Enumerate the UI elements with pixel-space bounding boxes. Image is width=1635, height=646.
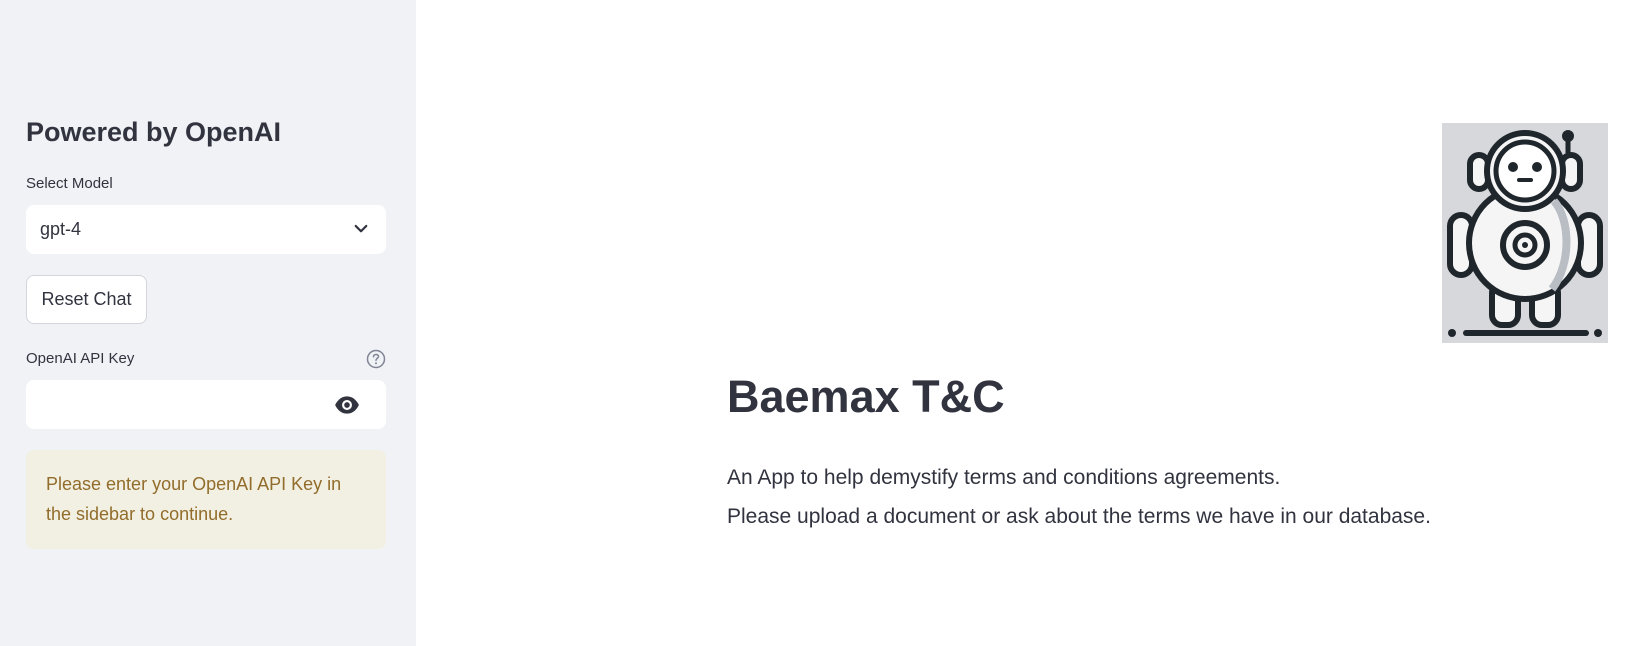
eye-icon[interactable] [334,392,360,418]
model-select-value: gpt-4 [40,219,82,239]
api-key-input[interactable] [26,380,326,429]
api-key-label: OpenAI API Key [26,350,135,367]
robot-logo [1442,123,1608,343]
model-select[interactable]: gpt-4 [26,205,386,254]
description-line-1: An App to help demystify terms and condi… [727,466,1281,489]
robot-icon [1442,123,1608,343]
page-title: Baemax T&C [727,371,1005,422]
chevron-down-icon [354,224,368,233]
sidebar: Powered by OpenAI Select Model gpt-4 Res… [0,0,416,646]
reset-chat-button[interactable]: Reset Chat [26,275,147,324]
api-key-warning: Please enter your OpenAI API Key in the … [26,450,386,549]
sidebar-heading: Powered by OpenAI [26,117,282,147]
app-root: Powered by OpenAI Select Model gpt-4 Res… [0,0,1635,646]
description-line-2: Please upload a document or ask about th… [727,505,1431,528]
model-select-label: Select Model [26,175,113,192]
api-key-field [26,380,386,429]
question-circle-icon[interactable] [366,349,386,369]
